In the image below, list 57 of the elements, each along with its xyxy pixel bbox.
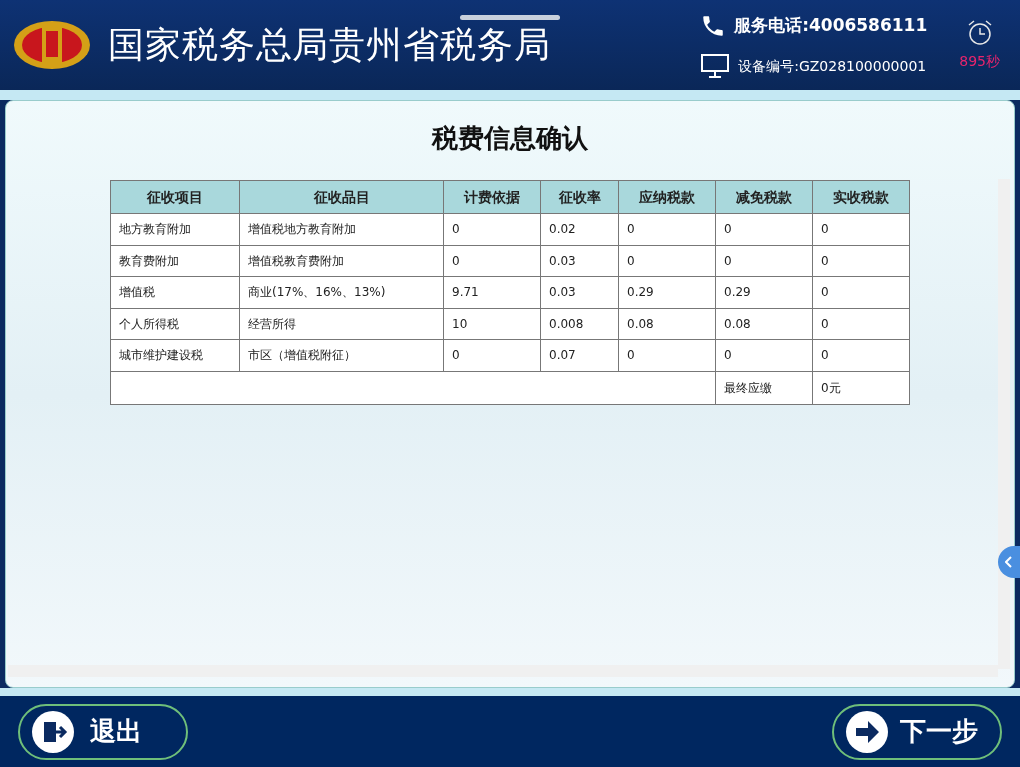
column-header: 减免税款 [715, 180, 813, 214]
vertical-scrollbar[interactable] [998, 179, 1010, 669]
table-cell: 市区（增值税附征） [239, 339, 444, 371]
table-cell: 0.08 [618, 308, 716, 340]
table-cell: 商业(17%、16%、13%) [239, 276, 444, 308]
table-cell: 增值税教育费附加 [239, 245, 444, 277]
total-label: 最终应缴 [715, 371, 813, 404]
table-cell: 0 [715, 213, 813, 245]
next-step-button[interactable]: 下一步 [832, 703, 1002, 760]
table-cell: 增值税 [110, 276, 240, 308]
table-cell: 教育费附加 [110, 245, 240, 277]
column-header: 计费依据 [443, 180, 541, 214]
exit-door-icon [32, 710, 74, 753]
table-cell: 0 [812, 213, 910, 245]
table-cell: 0.29 [618, 276, 716, 308]
table-cell: 0 [618, 339, 716, 371]
table-cell: 城市维护建设税 [110, 339, 240, 371]
agency-title: 国家税务总局贵州省税务局 [108, 23, 551, 67]
table-cell: 0 [812, 276, 910, 308]
device-number: 设备编号:GZ028100000001 [738, 56, 927, 76]
drag-handle[interactable] [460, 15, 560, 20]
column-header: 征收品目 [239, 180, 444, 214]
table-cell: 0.08 [715, 308, 813, 340]
table-cell: 0 [715, 245, 813, 277]
table-cell: 0 [618, 245, 716, 277]
table-cell: 0 [812, 245, 910, 277]
arrow-right-icon [846, 710, 888, 753]
table-cell: 0 [618, 213, 716, 245]
chevron-left-icon [1005, 556, 1013, 568]
table-cell: 0.03 [540, 245, 619, 277]
column-header: 征收项目 [110, 180, 240, 214]
table-cell: 0.29 [715, 276, 813, 308]
table-cell: 0 [443, 339, 541, 371]
countdown-timer: 895秒 [959, 51, 1000, 71]
table-cell: 地方教育附加 [110, 213, 240, 245]
table-cell: 经营所得 [239, 308, 444, 340]
table-cell: 10 [443, 308, 541, 340]
table-cell: 0 [812, 339, 910, 371]
table-cell: 0 [443, 245, 541, 277]
monitor-icon [700, 53, 731, 79]
column-header: 征收率 [540, 180, 619, 214]
table-cell: 9.71 [443, 276, 541, 308]
table-cell: 0.03 [540, 276, 619, 308]
table-cell: 0.07 [540, 339, 619, 371]
table-cell: 个人所得税 [110, 308, 240, 340]
table-cell: 0 [443, 213, 541, 245]
table-cell: 0.02 [540, 213, 619, 245]
table-cell: 0 [812, 308, 910, 340]
total-amount: 0元 [812, 371, 910, 404]
column-header: 实收税款 [812, 180, 910, 214]
exit-button[interactable]: 退出 [18, 703, 188, 760]
page-title: 税费信息确认 [432, 122, 588, 155]
table-cell: 增值税地方教育附加 [239, 213, 444, 245]
service-phone: 服务电话:4006586111 [734, 14, 928, 38]
column-header: 应纳税款 [618, 180, 716, 214]
table-cell: 0 [715, 339, 813, 371]
table-cell: 0.008 [540, 308, 619, 340]
